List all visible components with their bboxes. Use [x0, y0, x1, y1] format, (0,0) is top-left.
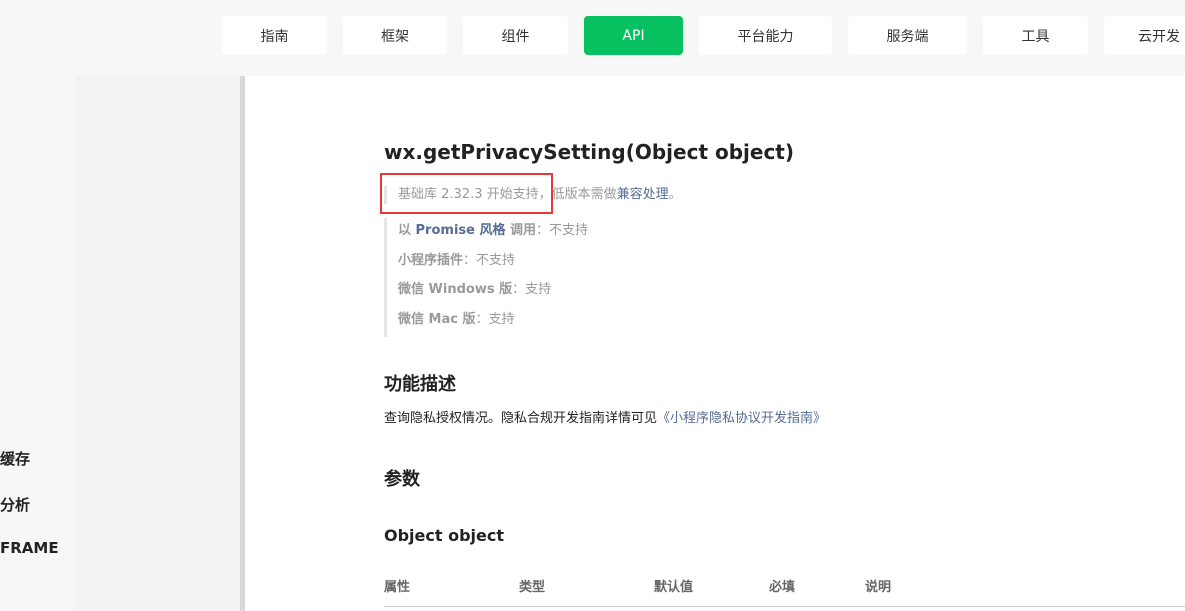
page-title: wx.getPrivacySetting(Object object)	[384, 140, 795, 164]
section-heading-function: 功能描述	[384, 374, 456, 395]
sidebar: 缓存 分析 FRAME	[0, 76, 241, 611]
nav-tab-guide[interactable]: 指南	[222, 16, 327, 55]
support-list: 以 Promise 风格 调用：不支持 小程序插件：不支持 微信 Windows…	[384, 218, 588, 337]
nav-tab-server[interactable]: 服务端	[848, 16, 967, 55]
table-header-property: 属性	[384, 580, 411, 595]
support-row-promise: 以 Promise 风格 调用：不支持	[398, 218, 588, 248]
sidebar-item-frame[interactable]: FRAME	[0, 539, 59, 557]
sidebar-item-cache[interactable]: 缓存	[0, 448, 30, 469]
function-description: 查询隐私授权情况。隐私合规开发指南详情可见《小程序隐私协议开发指南》	[384, 407, 826, 426]
support-end-punctuation: 。	[668, 187, 682, 202]
param-heading: Object object	[384, 526, 505, 545]
nav-tab-api[interactable]: API	[584, 16, 683, 55]
nav-tab-tools[interactable]: 工具	[983, 16, 1088, 55]
section-heading-params: 参数	[384, 469, 420, 490]
support-row-plugin: 小程序插件：不支持	[398, 248, 588, 278]
table-header-description: 说明	[865, 580, 892, 595]
promise-suffix: 调用	[505, 223, 537, 238]
sidebar-item-analysis[interactable]: 分析	[0, 494, 30, 515]
table-header-required: 必填	[769, 580, 796, 595]
nav-tab-platform-capabilities[interactable]: 平台能力	[699, 16, 832, 55]
nav-tab-framework[interactable]: 框架	[343, 16, 447, 55]
plugin-value: ：不支持	[463, 252, 516, 268]
table-header-default: 默认值	[654, 580, 694, 595]
description-text: 查询隐私授权情况。隐私合规开发指南详情可见	[384, 411, 658, 426]
low-version-text: 低版本需做	[551, 187, 617, 202]
support-row-mac: 微信 Mac 版：支持	[398, 307, 588, 337]
plugin-key: 小程序插件	[398, 252, 464, 268]
mac-key: 微信 Mac 版	[398, 312, 476, 328]
table-header-type: 类型	[519, 580, 546, 595]
promise-value: ：不支持	[536, 223, 589, 238]
support-row-windows: 微信 Windows 版：支持	[398, 277, 588, 307]
promise-prefix: 以	[398, 223, 416, 238]
promise-style-link[interactable]: Promise 风格	[416, 223, 506, 238]
main-content: wx.getPrivacySetting(Object object) 基础库 …	[245, 76, 1185, 611]
nav-tab-components[interactable]: 组件	[463, 16, 568, 55]
windows-key: 微信 Windows 版	[398, 282, 513, 298]
highlight-box	[380, 173, 553, 214]
compat-handling-link[interactable]: 兼容处理	[617, 187, 669, 202]
privacy-guide-link[interactable]: 《小程序隐私协议开发指南》	[657, 411, 826, 426]
windows-value: ：支持	[512, 282, 552, 298]
mac-value: ：支持	[475, 312, 515, 328]
params-table-header: 属性 类型 默认值 必填 说明	[384, 576, 1185, 607]
top-navigation: 指南 框架 组件 API 平台能力 服务端 工具 云开发	[0, 0, 1185, 74]
nav-tab-cloud-development[interactable]: 云开发	[1104, 16, 1185, 55]
sidebar-panel	[75, 76, 241, 611]
